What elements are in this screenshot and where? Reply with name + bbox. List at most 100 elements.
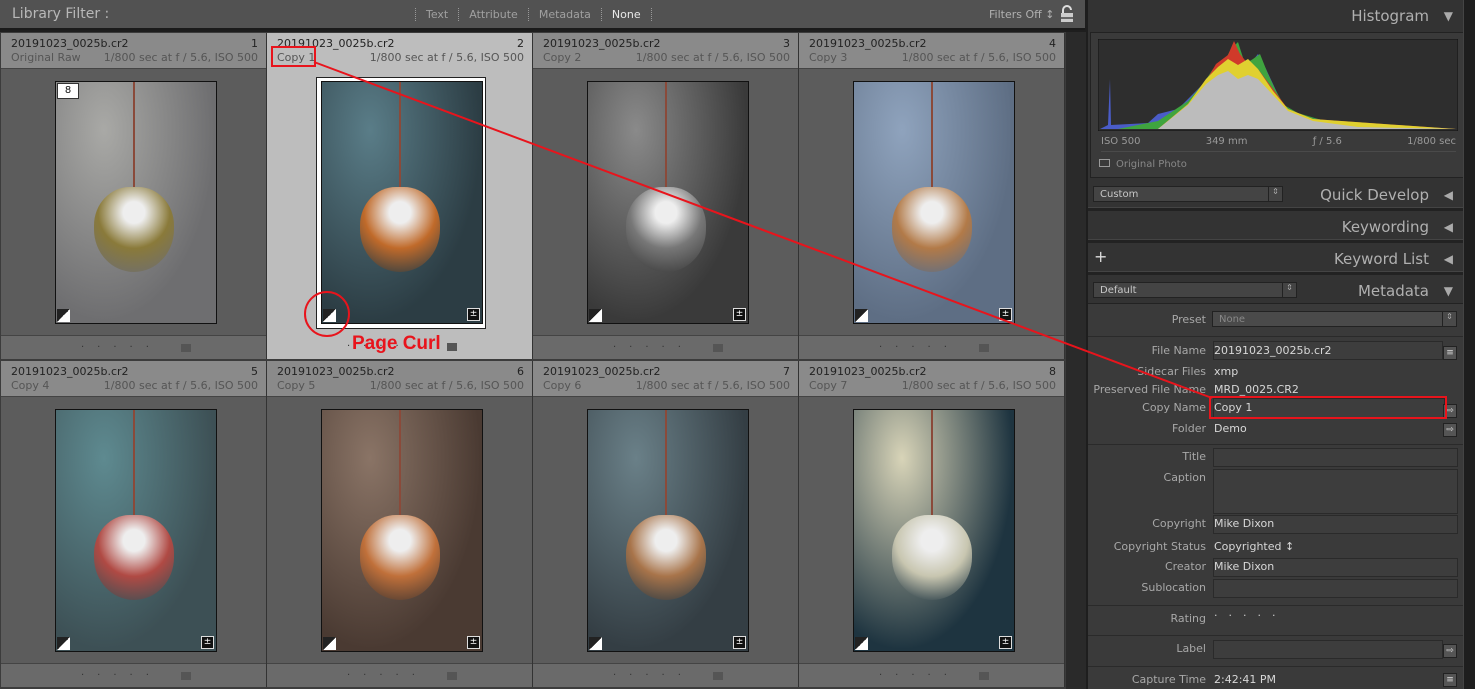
title-field[interactable] <box>1213 448 1458 467</box>
color-label-icon[interactable] <box>181 344 191 352</box>
divider <box>1088 336 1463 337</box>
thumbnail-cell[interactable]: 20191023_0025b.cr2 3 Copy 2 1/800 sec at f… <box>533 33 799 359</box>
develop-adjusted-icon[interactable]: ± <box>467 636 480 649</box>
grid-scrollbar[interactable] <box>1066 32 1086 689</box>
page-curl-icon[interactable] <box>57 637 70 650</box>
rating-dots[interactable]: ····· <box>613 342 694 353</box>
histogram-header[interactable]: Histogram ▼ <box>1088 7 1463 25</box>
file-name-label: File Name <box>1151 344 1206 357</box>
arrow-right-icon[interactable]: ⇨ <box>1443 644 1457 658</box>
thumbnail-cell[interactable]: 20191023_0025b.cr2 6 Copy 5 1/800 sec at f… <box>267 361 533 687</box>
develop-adjusted-icon[interactable]: ± <box>467 308 480 321</box>
page-curl-icon[interactable] <box>57 309 70 322</box>
photo-thumbnail[interactable]: ± <box>587 81 749 324</box>
filters-off-dropdown[interactable]: Filters Off ↕ <box>989 8 1054 21</box>
color-label-icon[interactable] <box>447 343 457 351</box>
rating-dots[interactable]: ····· <box>347 670 428 681</box>
page-curl-label: Page Curl <box>352 333 441 354</box>
rating-dots[interactable]: ····· <box>879 342 960 353</box>
quick-develop-title: Quick Develop <box>1320 186 1429 204</box>
rating-label: Rating <box>1170 612 1206 625</box>
file-name: 20191023_0025b.cr2 <box>809 365 927 378</box>
filter-attribute[interactable]: Attribute <box>458 8 528 21</box>
filter-text[interactable]: Text <box>415 8 458 21</box>
thumbnail-cell[interactable]: 20191023_0025b.cr2 4 Copy 3 1/800 sec at f… <box>799 33 1065 359</box>
leaf-stem <box>931 410 933 520</box>
color-label-icon[interactable] <box>181 672 191 680</box>
copy-name: Copy 5 <box>277 379 316 392</box>
page-curl-icon[interactable] <box>323 637 336 650</box>
label-label: Label <box>1176 642 1206 655</box>
original-photo-checkbox[interactable]: Original Photo <box>1099 159 1187 170</box>
leaf-stem <box>665 82 667 192</box>
photo-thumbnail[interactable]: ± <box>321 409 483 652</box>
photo-thumbnail[interactable]: ± <box>853 81 1015 324</box>
thumbnail-cell[interactable]: 20191023_0025b.cr2 5 Copy 4 1/800 sec at f… <box>1 361 267 687</box>
rating-stars[interactable]: ····· <box>1214 609 1286 622</box>
copyright-label: Copyright <box>1152 517 1206 530</box>
filter-none[interactable]: None <box>600 8 652 21</box>
thumbnail-cell[interactable]: 20191023_0025b.cr2 1 Original Raw 1/800 se… <box>1 33 267 359</box>
keyword-list-header[interactable]: Keyword List ◀ <box>1088 250 1463 268</box>
color-label-icon[interactable] <box>979 344 989 352</box>
sidecar-value: xmp <box>1214 365 1239 378</box>
thumbnail-cell[interactable]: 20191023_0025b.cr2 8 Copy 7 1/800 sec at f… <box>799 361 1065 687</box>
cell-index: 8 <box>1049 365 1056 378</box>
color-label-icon[interactable] <box>979 672 989 680</box>
rating-dots[interactable]: ····· <box>879 670 960 681</box>
photo-thumbnail[interactable]: ± <box>853 409 1015 652</box>
page-curl-icon[interactable] <box>855 637 868 650</box>
photo-thumbnail[interactable]: ± <box>587 409 749 652</box>
rating-dots[interactable]: ····· <box>613 670 694 681</box>
develop-adjusted-icon[interactable]: ± <box>733 636 746 649</box>
color-label-icon[interactable] <box>713 672 723 680</box>
color-label-icon[interactable] <box>447 672 457 680</box>
thumbnail-cell[interactable]: 20191023_0025b.cr2 7 Copy 6 1/800 sec at f… <box>533 361 799 687</box>
exposure-info: 1/800 sec at f / 5.6, ISO 500 <box>103 379 258 392</box>
leaf <box>360 187 440 272</box>
color-label-icon[interactable] <box>713 344 723 352</box>
page-curl-icon[interactable] <box>589 309 602 322</box>
preset-select[interactable]: None ⇕ <box>1212 311 1457 327</box>
rating-dots[interactable]: ····· <box>81 670 162 681</box>
file-name: 20191023_0025b.cr2 <box>277 365 395 378</box>
quick-develop-header[interactable]: Quick Develop ◀ <box>1088 186 1463 204</box>
thumbnail-cell[interactable]: 20191023_0025b.cr2 2 Copy 1 1/800 sec at f… <box>267 33 533 359</box>
list-icon[interactable]: ≡ <box>1443 673 1457 687</box>
leaf <box>360 515 440 600</box>
panel-scrollbar[interactable] <box>1463 0 1475 689</box>
photo-thumbnail[interactable] <box>55 81 217 324</box>
rating-dots[interactable]: ····· <box>81 342 162 353</box>
page-curl-icon[interactable] <box>589 637 602 650</box>
metadata-title: Metadata <box>1357 282 1429 300</box>
divider <box>1088 605 1463 606</box>
develop-adjusted-icon[interactable]: ± <box>999 308 1012 321</box>
label-field[interactable] <box>1213 640 1443 659</box>
develop-adjusted-icon[interactable]: ± <box>733 308 746 321</box>
metadata-header[interactable]: Metadata ▼ <box>1088 282 1463 300</box>
exposure-info: 1/800 sec at f / 5.6, ISO 500 <box>369 379 524 392</box>
cell-footer: ····· <box>1 335 266 359</box>
stack-count-badge[interactable]: 8 <box>57 83 79 99</box>
lock-icon[interactable] <box>1060 5 1074 23</box>
leaf <box>892 515 972 600</box>
list-icon[interactable]: ≡ <box>1443 346 1457 360</box>
sublocation-field[interactable] <box>1213 579 1458 598</box>
histogram-readout: ISO 500 349 mm ƒ / 5.6 1/800 sec <box>1101 136 1456 152</box>
filter-metadata[interactable]: Metadata <box>527 8 601 21</box>
photo-thumbnail[interactable]: ± <box>321 81 483 324</box>
leaf <box>94 187 174 272</box>
page-curl-icon[interactable] <box>855 309 868 322</box>
page-curl-icon[interactable] <box>323 309 336 322</box>
keywording-header[interactable]: Keywording ◀ <box>1088 218 1463 236</box>
develop-adjusted-icon[interactable]: ± <box>999 636 1012 649</box>
keyword-list-title: Keyword List <box>1333 250 1429 268</box>
copyright-status-select[interactable]: Copyrighted ↕ <box>1214 540 1294 553</box>
divider <box>1088 207 1463 211</box>
photo-thumbnail[interactable]: ± <box>55 409 217 652</box>
cell-footer: ····· <box>799 335 1064 359</box>
develop-adjusted-icon[interactable]: ± <box>201 636 214 649</box>
cell-footer: ····· <box>267 663 532 687</box>
caption-field[interactable] <box>1213 469 1458 514</box>
arrow-right-icon[interactable]: ⇨ <box>1443 423 1457 437</box>
